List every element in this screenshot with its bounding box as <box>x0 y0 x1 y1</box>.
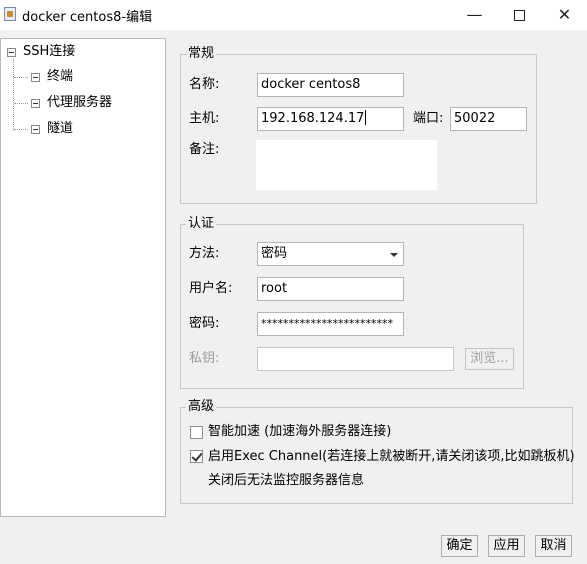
advanced-group-title: 高级 <box>186 399 217 415</box>
host-label: 主机: <box>189 111 220 126</box>
auth-group-title: 认证 <box>186 216 217 232</box>
tree-node-proxy-label: 代理服务器 <box>47 95 113 110</box>
note-textarea[interactable] <box>256 140 437 190</box>
username-label: 用户名: <box>189 281 233 296</box>
tree-node-ssh[interactable]: SSH连接 <box>7 42 157 62</box>
host-value: 192.168.124.17 <box>261 111 365 126</box>
window-title: docker centos8-编辑 <box>22 10 153 25</box>
exec-channel-note: 关闭后无法监控服务器信息 <box>208 473 365 488</box>
maximize-button[interactable] <box>497 0 542 30</box>
tree-node-terminal[interactable]: 终端 <box>31 67 151 87</box>
private-key-label: 私钥: <box>189 351 220 366</box>
tree-connector <box>13 59 14 131</box>
private-key-field[interactable] <box>257 347 454 371</box>
password-field[interactable]: ************************ <box>257 312 404 336</box>
collapse-icon[interactable] <box>31 125 40 134</box>
name-label: 名称: <box>189 77 220 92</box>
collapse-icon[interactable] <box>7 48 16 57</box>
collapse-icon[interactable] <box>31 73 40 82</box>
cancel-button[interactable]: 取消 <box>535 535 572 557</box>
browse-button[interactable]: 浏览... <box>465 348 514 370</box>
tree-connector <box>14 129 28 130</box>
tree-connector <box>14 103 28 104</box>
port-field[interactable]: 50022 <box>450 107 527 131</box>
exec-channel-label[interactable]: 启用Exec Channel(若连接上就被断开,请关闭该项,比如跳板机) <box>208 445 575 469</box>
port-label: 端口: <box>413 111 444 126</box>
close-button[interactable]: ✕ <box>542 0 587 30</box>
tree-node-tunnel[interactable]: 隧道 <box>31 119 151 139</box>
chevron-down-icon <box>390 253 398 257</box>
general-group-title: 常规 <box>186 46 217 62</box>
minimize-button[interactable]: — <box>452 0 497 30</box>
tree-node-terminal-label: 终端 <box>47 69 74 84</box>
title-bar: docker centos8-编辑 — ✕ <box>0 0 587 30</box>
collapse-icon[interactable] <box>31 99 40 108</box>
settings-tree: SSH连接 终端 代理服务器 隧道 <box>0 38 166 517</box>
method-select[interactable]: 密码 <box>257 242 404 266</box>
apply-button[interactable]: 应用 <box>488 535 525 557</box>
ok-button[interactable]: 确定 <box>441 535 478 557</box>
exec-channel-checkbox[interactable] <box>190 450 203 463</box>
tree-node-tunnel-label: 隧道 <box>47 121 74 136</box>
method-value: 密码 <box>261 246 288 261</box>
tree-node-ssh-label: SSH连接 <box>23 44 76 59</box>
java-app-icon <box>4 7 16 21</box>
smart-accel-checkbox[interactable] <box>190 426 203 439</box>
host-field[interactable]: 192.168.124.17 <box>257 107 404 131</box>
method-label: 方法: <box>189 246 220 261</box>
maximize-icon <box>514 10 525 21</box>
password-label: 密码: <box>189 316 220 331</box>
tree-node-proxy[interactable]: 代理服务器 <box>31 93 151 113</box>
note-label: 备注: <box>189 142 220 157</box>
name-field[interactable]: docker centos8 <box>257 73 404 97</box>
text-caret <box>365 110 367 125</box>
smart-accel-label[interactable]: 智能加速 (加速海外服务器连接) <box>208 420 391 444</box>
tree-connector <box>14 77 28 78</box>
username-field[interactable]: root <box>257 277 404 301</box>
